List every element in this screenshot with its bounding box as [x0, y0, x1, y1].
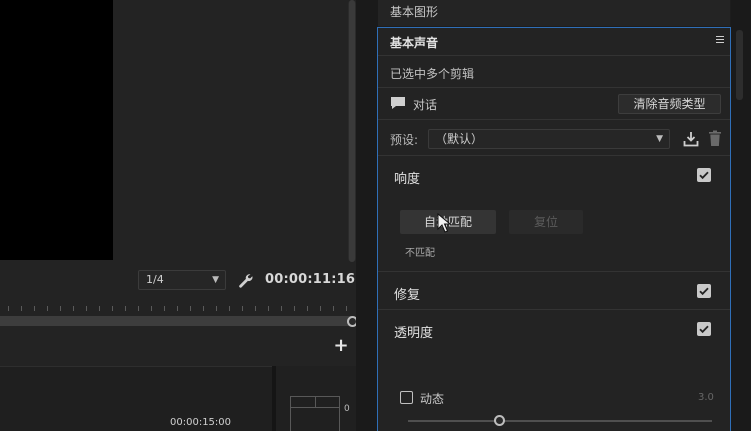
ruler-tick: [86, 306, 87, 311]
clarity-title: 透明度: [394, 326, 434, 341]
meter-zero-label: 0: [344, 404, 350, 414]
ruler-tick: [203, 306, 204, 311]
loudness-checkbox[interactable]: [697, 168, 711, 182]
preset-value: （默认）: [435, 132, 484, 146]
ruler-tick: [112, 306, 113, 311]
delete-preset-icon[interactable]: [708, 130, 722, 147]
dynamics-slider-knob[interactable]: [493, 415, 505, 426]
loudness-section: 响度 自动匹配 复位 不匹配: [378, 156, 730, 272]
ruler-tick: [307, 306, 308, 311]
clear-audio-type-button[interactable]: 清除音频类型: [618, 94, 721, 114]
loudness-title: 响度: [394, 172, 421, 187]
ruler-tick: [138, 306, 139, 311]
essential-sound-panel: 基本声音 已选中多个剪辑 对话 清除音频类型 预设: （默认） ▼ 响度 复位 …: [377, 27, 731, 431]
dialogue-icon: [391, 97, 405, 109]
panel-gap: [356, 0, 378, 431]
repair-title: 修复: [394, 288, 421, 303]
ruler-tick: [21, 306, 22, 311]
checkmark-icon: [699, 171, 709, 180]
resolution-select[interactable]: 1/4 ▼: [138, 270, 226, 290]
ruler-tick: [177, 306, 178, 311]
essential-graphics-title: 基本图形: [390, 5, 439, 19]
ruler-tick: [242, 306, 243, 311]
chevron-down-icon: ▼: [212, 275, 219, 285]
meter-line: [291, 407, 339, 408]
panel-title: 基本声音: [390, 36, 439, 50]
essential-graphics-tab[interactable]: 基本图形: [378, 0, 730, 26]
repair-checkbox[interactable]: [697, 284, 711, 298]
add-icon: +: [333, 335, 349, 356]
ruler-tick: [8, 306, 9, 311]
ruler-tick: [190, 306, 191, 311]
checkmark-icon: [699, 287, 709, 296]
add-button[interactable]: +: [333, 335, 349, 356]
ruler-tick: [216, 306, 217, 311]
chevron-down-icon: ▼: [656, 134, 663, 144]
scrollbar-thumb[interactable]: [349, 0, 355, 262]
ruler-tick: [320, 306, 321, 311]
meter-line: [315, 397, 316, 407]
dynamics-checkbox[interactable]: [400, 391, 413, 404]
cursor-icon: [437, 213, 451, 233]
ruler-tick: [229, 306, 230, 311]
ruler-tick: [99, 306, 100, 311]
audio-meter: [290, 396, 340, 431]
audio-type-row: 对话 清除音频类型: [378, 88, 730, 120]
monitor-scrollbar[interactable]: [348, 0, 356, 262]
ruler-tick: [151, 306, 152, 311]
ruler-tick: [346, 306, 347, 311]
dynamics-value: 3.0: [698, 392, 714, 403]
reset-button[interactable]: 复位: [509, 210, 583, 234]
right-scrollbar[interactable]: [731, 0, 751, 431]
resolution-value: 1/4: [146, 273, 164, 286]
wrench-icon[interactable]: [237, 272, 255, 290]
ruler-tick: [333, 306, 334, 311]
preset-row: 预设: （默认） ▼: [378, 120, 730, 156]
menu-icon[interactable]: [716, 36, 724, 44]
dynamics-label: 动态: [420, 392, 445, 406]
checkmark-icon: [699, 325, 709, 334]
preset-select[interactable]: （默认） ▼: [428, 129, 670, 149]
ruler-tick: [47, 306, 48, 311]
program-monitor: 1/4 ▼ 00:00:11:16 + 00:00:15:00 0: [0, 0, 372, 431]
clarity-checkbox[interactable]: [697, 322, 711, 336]
ruler-tick: [281, 306, 282, 311]
ruler-tick: [294, 306, 295, 311]
ruler-tick: [125, 306, 126, 311]
ruler-tick: [60, 306, 61, 311]
ruler-tick: [164, 306, 165, 311]
ruler-tick: [255, 306, 256, 311]
scrub-bar[interactable]: [0, 316, 352, 326]
video-preview: [0, 0, 113, 260]
timeline-panel: 00:00:15:00: [0, 366, 272, 431]
monitor-ruler[interactable]: [0, 300, 356, 314]
save-preset-icon[interactable]: [683, 131, 699, 147]
repair-section: 修复: [378, 272, 730, 310]
selection-status: 已选中多个剪辑: [390, 67, 475, 81]
selection-row: 已选中多个剪辑: [378, 57, 730, 88]
timeline-time-label: 00:00:15:00: [170, 417, 232, 428]
ruler-tick: [268, 306, 269, 311]
playhead-timecode[interactable]: 00:00:11:16: [265, 272, 355, 287]
clarity-section: 透明度 动态 3.0 自然 聚焦: [378, 310, 730, 431]
match-status: 不匹配: [405, 248, 435, 259]
ruler-tick: [34, 306, 35, 311]
panel-header: 基本声音: [378, 28, 730, 56]
scrollbar-thumb[interactable]: [736, 30, 743, 100]
ruler-tick: [73, 306, 74, 311]
preset-label: 预设:: [390, 133, 419, 147]
dynamics-slider-track[interactable]: [408, 420, 712, 422]
audio-type-label: 对话: [413, 98, 438, 112]
